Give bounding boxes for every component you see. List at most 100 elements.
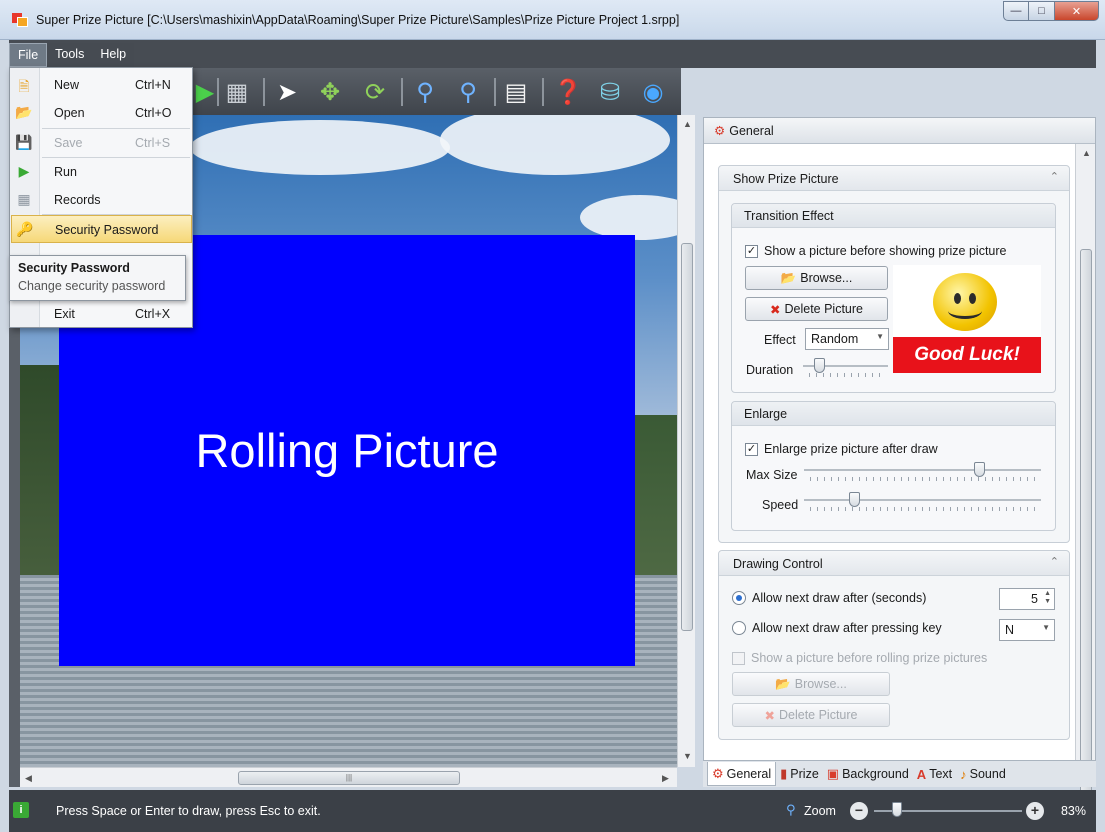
menu-file[interactable]: File [9, 43, 48, 67]
tab-prize[interactable]: ▮ Prize [776, 762, 823, 786]
scroll-left-icon[interactable]: ◀ [25, 773, 32, 784]
group-title[interactable]: Drawing Control ⌃ [719, 551, 1069, 576]
max-size-slider[interactable] [804, 461, 1041, 481]
seconds-stepper[interactable]: 5 ▲ ▼ [999, 588, 1055, 610]
menu-item-new[interactable]: 🗎 New Ctrl+N [11, 71, 192, 99]
menu-tools[interactable]: Tools [47, 43, 92, 67]
menu-item-label: Run [54, 165, 77, 179]
move-icon[interactable]: ✥ [314, 76, 346, 108]
panel-header-title: General [729, 124, 774, 138]
close-button[interactable]: ✕ [1055, 1, 1099, 21]
checkbox-box [732, 651, 745, 665]
zoom-out-icon[interactable]: ⚲ [452, 76, 484, 108]
zoom-in-icon[interactable]: ⚲ [409, 76, 441, 108]
delete-picture-button[interactable]: ✖ Delete Picture [745, 297, 888, 321]
toolbar-separator [217, 78, 219, 106]
scroll-thumb[interactable] [1080, 249, 1092, 799]
rolling-browse-button[interactable]: 📂 Browse... [732, 672, 890, 696]
open-folder-icon: 📂 [15, 104, 33, 120]
scroll-thumb[interactable] [681, 243, 693, 631]
maximize-button[interactable]: □ [1029, 1, 1055, 21]
panel-header: ⚙ General [704, 118, 1095, 144]
allow-after-seconds-radio[interactable]: Allow next draw after (seconds) [732, 591, 926, 605]
rolling-picture-text: Rolling Picture [195, 424, 499, 477]
database-icon[interactable]: ▦ [221, 76, 253, 108]
tab-general[interactable]: ⚙ General [707, 762, 777, 786]
records-icon: ▦ [17, 191, 31, 207]
app-icon [12, 13, 28, 27]
scroll-thumb[interactable]: ||| [238, 771, 460, 785]
document-icon[interactable]: ▤ [500, 76, 532, 108]
status-message: Press Space or Enter to draw, press Esc … [56, 804, 321, 818]
effect-select[interactable]: Random ▼ [805, 328, 889, 350]
menu-item-shortcut: Ctrl+S [135, 136, 171, 150]
delete-button-label: Delete Picture [784, 302, 863, 316]
transition-picture-preview: Good Luck! [893, 265, 1041, 373]
zoom-out-icon[interactable]: − [850, 802, 868, 820]
tab-sound[interactable]: ♪ Sound [956, 762, 1010, 786]
speed-slider[interactable] [804, 491, 1041, 511]
speed-label: Speed [762, 498, 799, 512]
rolling-delete-picture-button[interactable]: ✖ Delete Picture [732, 703, 890, 727]
group-title[interactable]: Show Prize Picture ⌃ [719, 166, 1069, 191]
menu-help[interactable]: Help [92, 43, 134, 67]
menu-bar: File Tools Help [9, 43, 135, 67]
slider-knob[interactable] [814, 358, 825, 373]
tab-text[interactable]: A Text [913, 762, 956, 786]
duration-slider[interactable] [803, 357, 888, 377]
show-before-rolling-checkbox[interactable]: Show a picture before rolling prize pict… [732, 651, 987, 665]
tooltip-description: Change security password [18, 279, 166, 293]
prize-icon: ▮ [780, 766, 788, 781]
checkbox-box: ✓ [745, 244, 758, 258]
subgroup-title: Enlarge [732, 402, 1055, 426]
background-trees [632, 415, 677, 590]
slider-knob[interactable] [849, 492, 860, 507]
key-icon: 🔑 [16, 221, 34, 237]
browse-button-label: Browse... [794, 677, 847, 691]
scroll-up-icon[interactable]: ▲ [1082, 148, 1091, 158]
menu-item-run[interactable]: ▶ Run [11, 158, 192, 186]
title-bar: Super Prize Picture [C:\Users\mashixin\A… [0, 0, 1105, 40]
canvas-vertical-scrollbar[interactable]: ▲ ▼ [677, 115, 695, 767]
radio-dot [732, 591, 746, 605]
menu-item-exit[interactable]: Exit Ctrl+X [11, 300, 192, 328]
canvas-horizontal-scrollbar[interactable]: ◀ ||| ▶ [20, 767, 677, 787]
browse-button[interactable]: 📂 Browse... [745, 266, 888, 290]
checkbox-label: Enlarge prize picture after draw [764, 442, 938, 456]
zoom-slider-knob[interactable] [892, 802, 902, 817]
scroll-right-icon[interactable]: ▶ [662, 773, 669, 784]
scroll-down-icon[interactable]: ▼ [683, 751, 692, 761]
key-select[interactable]: N ▼ [999, 619, 1055, 641]
menu-item-label: New [54, 78, 80, 92]
menu-item-save[interactable]: 💾 Save Ctrl+S [11, 129, 192, 157]
cloud [440, 115, 670, 175]
menu-item-open[interactable]: 📂 Open Ctrl+O [11, 99, 192, 127]
help-icon[interactable]: ❓ [552, 76, 584, 108]
globe-icon[interactable]: ◉ [637, 76, 669, 108]
tab-background[interactable]: ▣ Background [823, 762, 913, 786]
collapse-icon[interactable]: ⌃ [1050, 555, 1059, 568]
minimize-button[interactable]: — [1003, 1, 1029, 21]
scroll-up-icon[interactable]: ▲ [683, 119, 692, 129]
menu-item-label: Exit [54, 307, 75, 321]
menu-item-records[interactable]: ▦ Records [11, 186, 192, 214]
gear-icon: ⚙ [714, 124, 726, 138]
show-picture-before-prize-checkbox[interactable]: ✓ Show a picture before showing prize pi… [745, 244, 1007, 258]
allow-after-key-radio[interactable]: Allow next draw after pressing key [732, 621, 942, 635]
enlarge-prize-checkbox[interactable]: ✓ Enlarge prize picture after draw [745, 442, 938, 456]
stepper-arrows-icon[interactable]: ▲ ▼ [1044, 590, 1051, 606]
delete-icon: ✖ [764, 708, 775, 723]
security-password-tooltip: Security Password Change security passwo… [9, 255, 186, 301]
radio-label: Allow next draw after pressing key [752, 621, 942, 635]
slider-knob[interactable] [974, 462, 985, 477]
zoom-in-icon[interactable]: + [1026, 802, 1044, 820]
menu-item-security-password[interactable]: 🔑 Security Password [11, 215, 192, 243]
refresh-icon[interactable]: ⟳ [359, 76, 391, 108]
text-icon: A [916, 766, 927, 782]
collapse-icon[interactable]: ⌃ [1050, 170, 1059, 183]
menu-item-label: Records [54, 193, 101, 207]
panel-scrollbar[interactable]: ▲ [1075, 144, 1095, 799]
tab-label: Sound [969, 767, 1006, 781]
cart-icon[interactable]: ⛁ [594, 76, 626, 108]
pointer-icon[interactable]: ➤ [271, 76, 303, 108]
